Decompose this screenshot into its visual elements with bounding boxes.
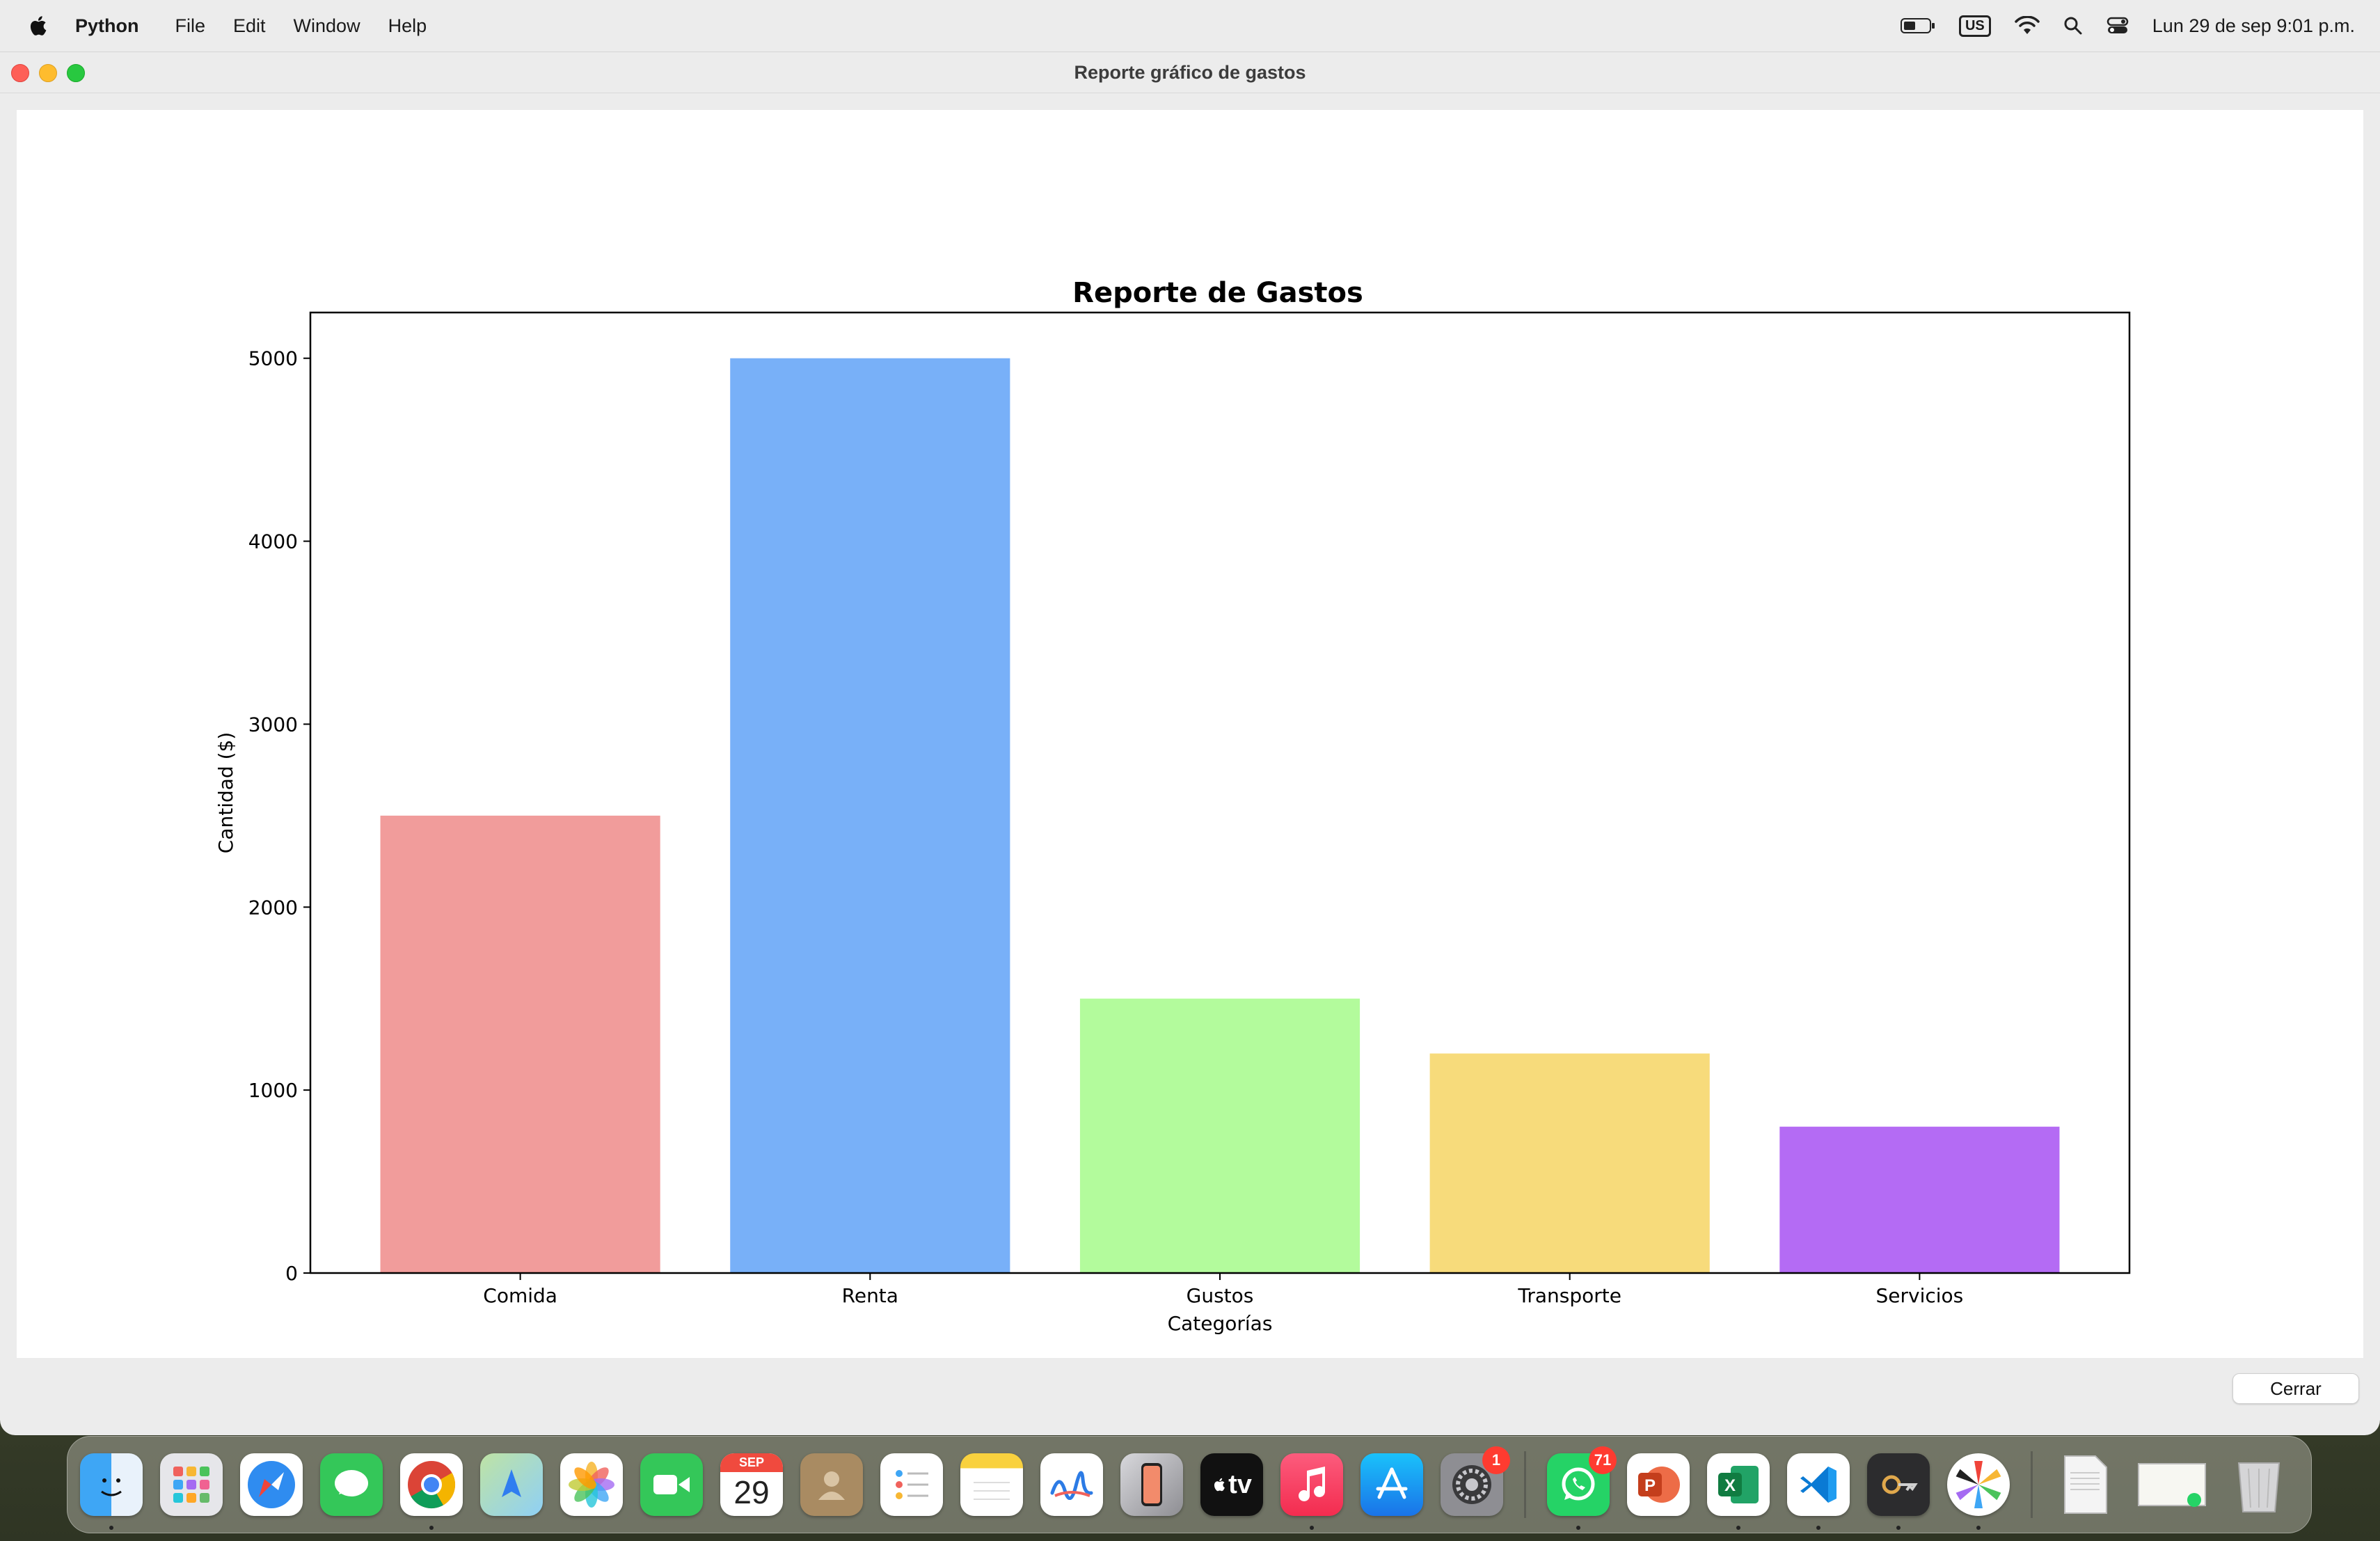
menu-edit[interactable]: Edit — [233, 15, 266, 37]
facetime-icon[interactable] — [640, 1453, 703, 1516]
keyboard-input-badge[interactable]: US — [1958, 15, 1991, 37]
vscode-icon[interactable] — [1787, 1453, 1850, 1530]
whatsapp-icon[interactable]: 71 — [1547, 1446, 1617, 1530]
iphone-mirroring-icon[interactable] — [1120, 1453, 1183, 1516]
excel-icon[interactable]: X — [1707, 1453, 1770, 1530]
launchpad-icon[interactable] — [160, 1453, 223, 1516]
dock-separator — [2031, 1451, 2033, 1518]
freeform-icon[interactable] — [1040, 1453, 1103, 1516]
wifi-icon[interactable] — [2015, 16, 2040, 35]
status-area: US Lun 29 de sep 9:01 p.m. — [1900, 0, 2355, 52]
trash-icon[interactable] — [2228, 1453, 2290, 1516]
search-icon[interactable] — [2063, 16, 2083, 35]
app-window: Reporte gráfico de gastos Reporte de Gas… — [0, 52, 2380, 1435]
menu-bar: Python File Edit Window Help US Lun 29 d… — [0, 0, 2380, 52]
chrome-icon[interactable] — [400, 1453, 463, 1530]
finder-icon[interactable] — [80, 1453, 143, 1530]
x-tick-label: Renta — [842, 1284, 898, 1307]
x-tick-label: Transporte — [1517, 1284, 1621, 1307]
calendar-month: SEP — [720, 1453, 783, 1472]
maps-icon[interactable] — [480, 1453, 543, 1516]
chart-title: Reporte de Gastos — [1072, 277, 1363, 309]
menu-help[interactable]: Help — [388, 15, 427, 37]
y-tick-label: 1000 — [248, 1079, 298, 1102]
x-axis-label: Categorías — [1168, 1312, 1273, 1335]
bar-transporte — [1429, 1053, 1710, 1273]
bar-renta — [730, 358, 1010, 1273]
bar-gustos — [1079, 998, 1360, 1273]
photos-icon[interactable] — [560, 1453, 623, 1516]
chart-canvas: Reporte de Gastos 0 1000 2000 3000 4000 5000 … — [17, 110, 2363, 1358]
document-icon[interactable] — [2054, 1453, 2116, 1516]
apple-tv-label: tv — [1228, 1469, 1252, 1499]
dock-separator — [1524, 1451, 1526, 1518]
powerpoint-icon[interactable]: P — [1627, 1453, 1690, 1516]
safari-icon[interactable] — [240, 1453, 303, 1516]
y-tick-label: 4000 — [248, 530, 298, 553]
menu-window[interactable]: Window — [294, 15, 360, 37]
system-settings-icon[interactable]: 1 — [1441, 1446, 1510, 1516]
menu-clock[interactable]: Lun 29 de sep 9:01 p.m. — [2152, 15, 2355, 37]
menu-app-name[interactable]: Python — [75, 15, 139, 37]
bar-comida — [380, 815, 660, 1273]
image-file-icon[interactable] — [2134, 1453, 2210, 1516]
cerrar-button[interactable]: Cerrar — [2232, 1373, 2359, 1404]
whatsapp-badge: 71 — [1589, 1446, 1617, 1474]
notes-icon[interactable] — [960, 1453, 1023, 1516]
pinwheel-icon[interactable] — [1947, 1453, 2010, 1530]
apple-menu-icon[interactable] — [26, 13, 51, 38]
messages-icon[interactable] — [320, 1453, 383, 1516]
y-tick-label: 0 — [285, 1262, 298, 1285]
settings-badge: 1 — [1482, 1446, 1510, 1474]
svg-text:X: X — [1724, 1476, 1736, 1495]
x-tick-label: Comida — [483, 1284, 557, 1307]
calendar-icon[interactable]: SEP 29 — [720, 1453, 783, 1516]
reminders-icon[interactable] — [880, 1453, 943, 1516]
control-center-icon[interactable] — [2107, 16, 2129, 35]
bar-chart: Reporte de Gastos 010002000300040005000 … — [214, 277, 2131, 1335]
x-tick-label: Gustos — [1187, 1284, 1254, 1307]
music-icon[interactable] — [1280, 1453, 1343, 1530]
y-axis-label: Cantidad ($) — [214, 732, 237, 853]
keychain-icon[interactable] — [1867, 1453, 1930, 1530]
contacts-icon[interactable] — [800, 1453, 863, 1516]
battery-icon[interactable] — [1900, 17, 1935, 35]
menu-file[interactable]: File — [175, 15, 206, 37]
calendar-day: 29 — [733, 1474, 770, 1510]
bar-servicios — [1779, 1126, 2060, 1273]
svg-text:P: P — [1644, 1476, 1656, 1495]
y-tick-label: 2000 — [248, 896, 298, 919]
x-tick-label: Servicios — [1876, 1284, 1964, 1307]
y-tick-label: 3000 — [248, 713, 298, 736]
apple-tv-icon[interactable]: tv — [1200, 1453, 1263, 1516]
y-tick-label: 5000 — [248, 347, 298, 370]
dock: SEP 29 tv 1 71 P X — [67, 1436, 2312, 1533]
window-title: Reporte gráfico de gastos — [1074, 62, 1306, 83]
window-titlebar[interactable]: Reporte gráfico de gastos — [0, 52, 2380, 93]
app-store-icon[interactable] — [1360, 1453, 1423, 1516]
